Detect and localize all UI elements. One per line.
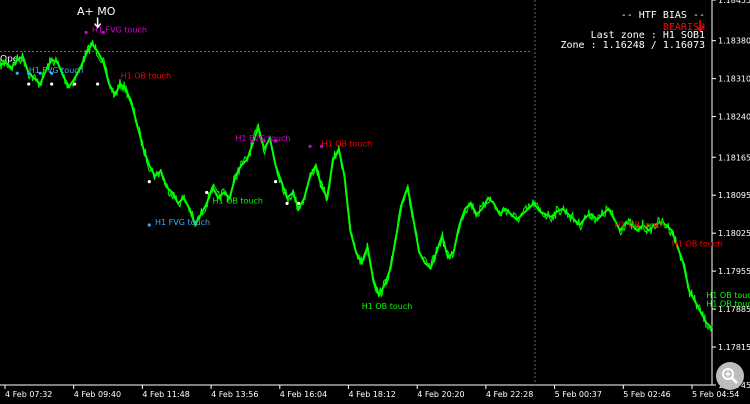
- zone-marker-dot: [101, 30, 105, 35]
- zone-marker-dot: [38, 71, 42, 75]
- x-tick-label: 4 Feb 22:28: [486, 390, 533, 399]
- x-tick-label: 4 Feb 20:20: [417, 390, 464, 399]
- zone-marker-dot: [251, 139, 255, 143]
- zone-marker-dot: [27, 71, 31, 75]
- y-tick-label: 1.18310: [718, 75, 750, 84]
- annotation-label: H1 FVG touch: [155, 218, 210, 227]
- y-tick-label: 1.18380: [718, 37, 750, 46]
- annotation-label: H1 OB touch: [212, 196, 263, 205]
- price-line: [0, 41, 713, 329]
- zone-marker-dot: [296, 201, 301, 205]
- zone-marker-dot: [274, 139, 278, 143]
- zone-marker-dot: [285, 201, 289, 205]
- zone-marker-dot: [96, 82, 100, 86]
- zone-marker-dot: [205, 190, 209, 195]
- annotation-label: H1 OB touch: [706, 299, 750, 308]
- bias-header: -- HTF BIAS --: [620, 10, 705, 21]
- zone-marker-dot: [27, 82, 31, 86]
- magnifier-zoom-icon[interactable]: [716, 362, 744, 390]
- zone-range: Zone : 1.16248 / 1.16073: [560, 40, 706, 51]
- price-noise-line: [0, 40, 713, 332]
- y-tick-label: 1.18165: [718, 153, 750, 162]
- x-tick-label: 5 Feb 02:46: [623, 390, 670, 399]
- annotation-label: H1 OB touch: [322, 139, 373, 148]
- zone-marker-dot: [262, 139, 266, 143]
- y-tick-label: 1.17815: [718, 343, 750, 352]
- zone-marker-dot: [73, 82, 77, 86]
- y-tick-label: 1.18455: [718, 0, 750, 5]
- y-tick-label: 1.18095: [718, 191, 750, 200]
- annotation-label: H1 OB touch: [362, 302, 413, 311]
- x-tick-label: 5 Feb 04:54: [692, 390, 739, 399]
- magnifier-zoom-svg: [722, 368, 738, 384]
- x-tick-label: 4 Feb 07:32: [5, 390, 52, 399]
- zone-marker-dot: [50, 71, 54, 75]
- zone-marker-dot: [147, 180, 151, 184]
- price-chart[interactable]: Open 1.18455 1.18380 1.18310 1.18240 1.18165 1…: [0, 0, 750, 400]
- zone-marker-dot: [84, 30, 88, 35]
- annotation-label: H1 FVG touch: [29, 66, 84, 75]
- annotation-label: H1 FVG touch: [92, 26, 147, 35]
- price-chart-svg[interactable]: Open1.184551.183801.183101.182401.181651…: [0, 0, 750, 400]
- zone-marker-dot: [319, 144, 324, 149]
- annotation-label: H1 OB touch: [672, 240, 723, 249]
- zone-marker-dot: [147, 223, 151, 227]
- x-tick-label: 4 Feb 16:04: [280, 390, 327, 399]
- x-tick-label: 4 Feb 09:40: [74, 390, 121, 399]
- zone-marker-dot: [15, 71, 19, 75]
- x-tick-label: 4 Feb 18:12: [349, 390, 396, 399]
- annotation-label: H1 OB touch: [614, 221, 665, 230]
- y-tick-label: 1.17955: [718, 267, 750, 276]
- x-tick-label: 4 Feb 13:56: [211, 390, 258, 399]
- x-tick-label: 4 Feb 11:48: [142, 390, 189, 399]
- zone-marker-dot: [308, 144, 312, 149]
- y-tick-label: 1.18025: [718, 229, 750, 238]
- zone-marker-dot: [50, 82, 54, 86]
- zone-marker-dot: [274, 180, 278, 184]
- annotation-label: H1 OB touch: [121, 72, 172, 81]
- y-tick-label: 1.18240: [718, 113, 750, 122]
- x-tick-label: 5 Feb 00:37: [555, 390, 602, 399]
- indicator-title: A+ MO: [77, 5, 116, 18]
